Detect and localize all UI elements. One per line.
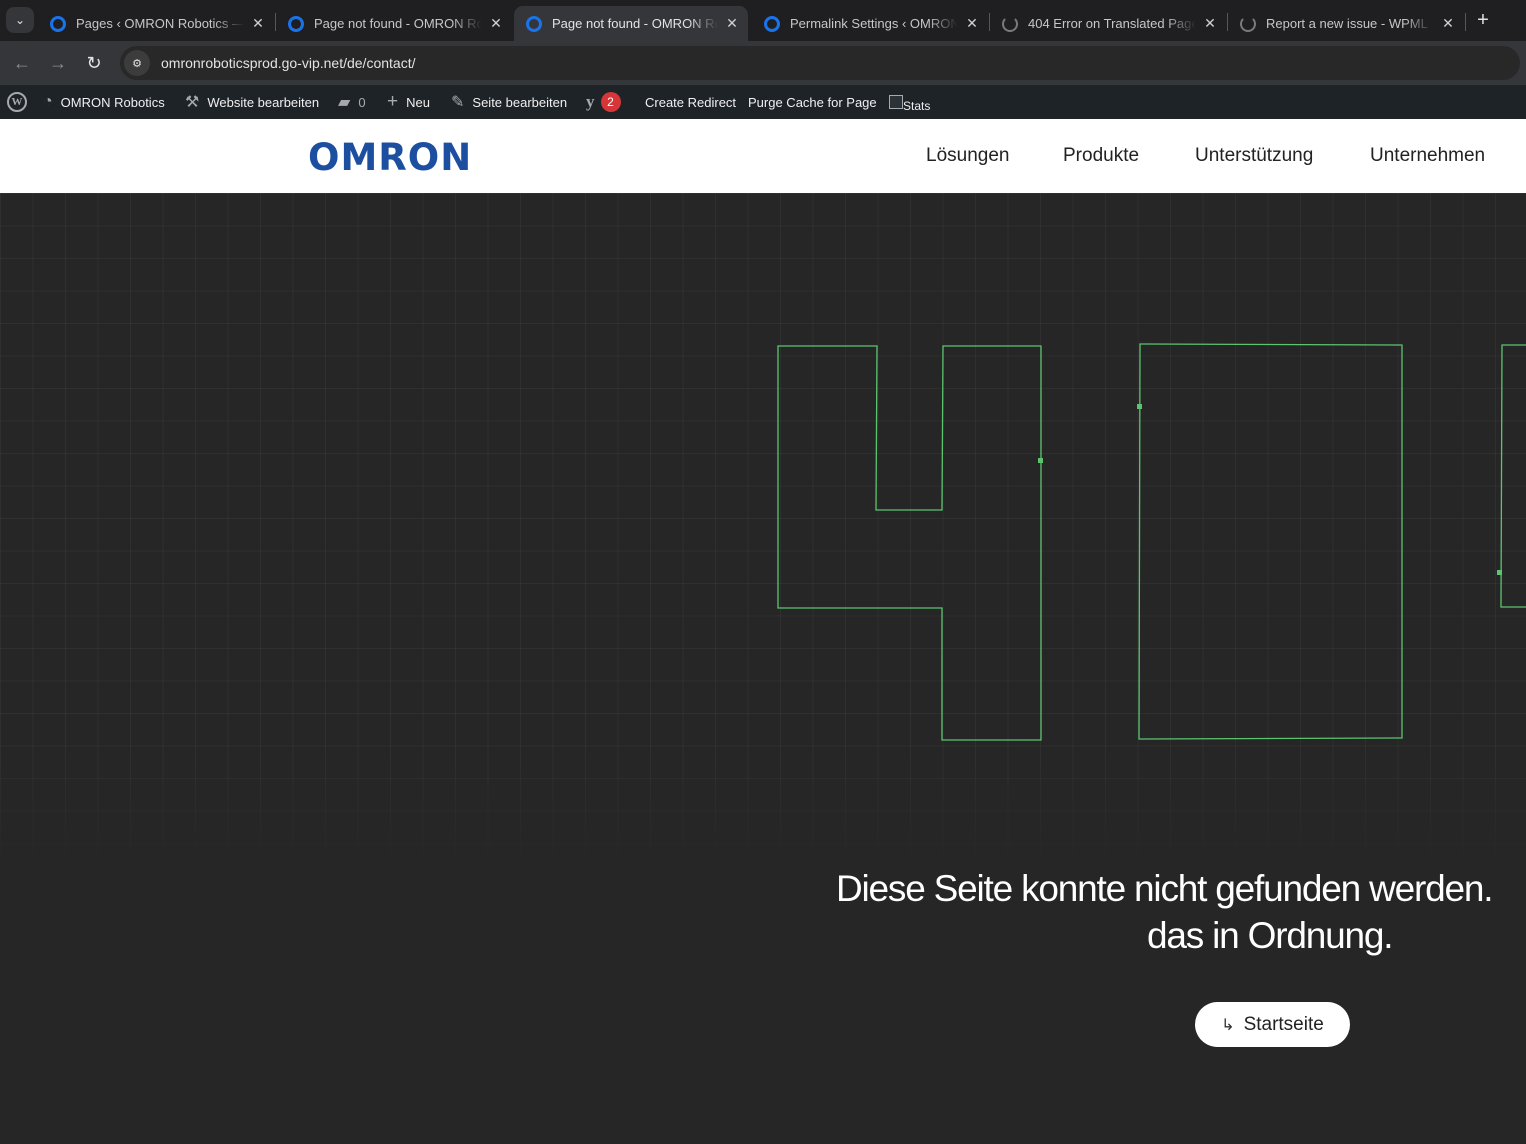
vertex-handle	[1038, 458, 1043, 463]
plus-icon: +	[1477, 8, 1489, 31]
new-tab-button[interactable]: +	[1471, 8, 1495, 32]
nav-label: Lösungen	[926, 145, 1010, 166]
tab-separator	[1465, 13, 1466, 31]
edit-page-menu[interactable]: ✎ Seite bearbeiten	[451, 85, 567, 119]
reload-icon: ↻	[86, 52, 102, 73]
browser-tab-strip: ⌄ Pages ‹ OMRON Robotics — WordPress ✕ P…	[0, 0, 1526, 41]
omron-favicon-icon	[526, 15, 542, 32]
edit-page-label: Seite bearbeiten	[472, 94, 568, 110]
nav-item-produkte[interactable]: Produkte	[1063, 119, 1139, 193]
browser-tab-pages[interactable]: Pages ‹ OMRON Robotics — WordPress ✕	[38, 6, 274, 41]
browser-tab-active[interactable]: Page not found - OMRON Robotics ✕	[514, 6, 748, 41]
stats-link[interactable]: Stats	[889, 85, 930, 119]
url-text[interactable]: omronroboticsprod.go-vip.net/de/contact/	[161, 55, 415, 71]
digit-4-partial-outline	[1500, 344, 1526, 608]
browser-tab-permalink-settings[interactable]: Permalink Settings ‹ OMRON Robotics ✕	[752, 6, 988, 41]
return-arrow-icon: ↳	[1221, 1016, 1235, 1034]
site-name-label: OMRON Robotics	[60, 94, 165, 110]
error-message-line-1: Diese Seite konnte nicht gefunden werden…	[836, 868, 1494, 909]
browser-tab-page-not-found[interactable]: Page not found - OMRON Robotics ✕	[276, 6, 512, 41]
nav-label: Unternehmen	[1370, 145, 1486, 166]
reload-button[interactable]: ↻	[81, 50, 107, 76]
browser-toolbar: ← → ↻ ⚙ omronroboticsprod.go-vip.net/de/…	[0, 41, 1526, 85]
vertex-handle	[1137, 404, 1142, 409]
dashboard-icon: ◔	[43, 93, 53, 110]
close-icon[interactable]: ✕	[964, 15, 980, 32]
hammer-icon: ⚒	[185, 94, 200, 111]
nav-label: Produkte	[1063, 145, 1140, 166]
close-icon[interactable]: ✕	[724, 15, 740, 32]
close-icon[interactable]: ✕	[1202, 15, 1218, 32]
tab-title: 404 Error on Translated Pages - WPML	[1028, 16, 1196, 31]
nav-label: Unterstützung	[1195, 145, 1314, 166]
nav-item-unternehmen[interactable]: Unternehmen	[1370, 119, 1485, 193]
outlined-404-digits	[777, 343, 1526, 741]
create-redirect-link[interactable]: Create Redirect	[645, 85, 736, 119]
tab-title: Permalink Settings ‹ OMRON Robotics	[790, 16, 958, 31]
nav-item-loesungen[interactable]: Lösungen	[926, 119, 1009, 193]
edit-site-menu[interactable]: ⚒ Website bearbeiten	[185, 85, 319, 119]
tune-icon: ⚙	[132, 57, 142, 70]
address-bar[interactable]: ⚙ omronroboticsprod.go-vip.net/de/contac…	[120, 46, 1520, 80]
tab-title: Report a new issue - WPML	[1266, 16, 1428, 31]
wp-admin-bar: W ◔ OMRON Robotics ⚒ Website bearbeiten …	[0, 85, 1526, 119]
new-label: Neu	[406, 94, 430, 110]
tab-title: Page not found - OMRON Robotics	[314, 16, 482, 31]
edit-site-label: Website bearbeiten	[207, 94, 320, 110]
create-redirect-label: Create Redirect	[645, 94, 737, 110]
chevron-down-icon: ⌄	[14, 13, 26, 27]
notification-badge: 2	[600, 92, 621, 112]
wp-logo-menu[interactable]: W	[7, 85, 27, 119]
comment-icon: ▰	[338, 94, 351, 111]
omron-favicon-icon	[288, 15, 304, 32]
arrow-right-icon: →	[49, 52, 67, 73]
site-name-menu[interactable]: ◔ OMRON Robotics	[43, 85, 165, 119]
omron-favicon-icon	[50, 15, 66, 32]
error-message: Diese Seite konnte nicht gefunden werden…	[836, 865, 1526, 959]
nav-item-unterstuetzung[interactable]: Unterstützung	[1195, 119, 1313, 193]
tab-search-button[interactable]: ⌄	[6, 7, 34, 33]
vertex-handle	[1497, 570, 1502, 575]
browser-tab-wpml-report[interactable]: Report a new issue - WPML ✕	[1228, 6, 1464, 41]
broken-image-icon: Stats	[889, 91, 930, 113]
forward-button[interactable]: →	[45, 50, 71, 76]
home-button-label: Startseite	[1243, 1013, 1324, 1035]
vertex-handles	[1038, 404, 1502, 575]
arrow-left-icon: ←	[13, 52, 31, 73]
purge-cache-label: Purge Cache for Page	[748, 94, 877, 110]
tab-title: Page not found - OMRON Robotics	[552, 16, 718, 31]
digit-0-outline	[1138, 343, 1403, 740]
plus-icon: +	[387, 91, 399, 112]
loading-spinner-icon	[1240, 15, 1256, 32]
comments-menu[interactable]: ▰ 0	[338, 85, 366, 119]
error-message-line-2: das in Ordnung.	[1147, 915, 1393, 956]
omron-favicon-icon	[764, 15, 780, 32]
tab-title: Pages ‹ OMRON Robotics — WordPress	[76, 16, 244, 31]
close-icon[interactable]: ✕	[250, 15, 266, 32]
close-icon[interactable]: ✕	[488, 15, 504, 32]
loading-spinner-icon	[1002, 15, 1018, 32]
comments-count: 0	[358, 94, 366, 110]
wordpress-icon: W	[7, 92, 27, 112]
browser-tab-wpml-404[interactable]: 404 Error on Translated Pages - WPML ✕	[990, 6, 1226, 41]
home-button[interactable]: ↳ Startseite	[1195, 1002, 1350, 1047]
purge-cache-link[interactable]: Purge Cache for Page	[748, 85, 877, 119]
digit-outlines	[777, 343, 1526, 741]
site-header: OMRON Lösungen Produkte Unterstützung Un…	[0, 119, 1526, 193]
yoast-icon: y	[586, 92, 595, 111]
error-404-hero: Diese Seite konnte nicht gefunden werden…	[0, 193, 1526, 1144]
back-button[interactable]: ←	[9, 50, 35, 76]
site-info-button[interactable]: ⚙	[124, 50, 150, 76]
new-content-menu[interactable]: + Neu	[387, 85, 430, 119]
omron-logo[interactable]: OMRON	[308, 136, 472, 179]
digit-4-outline	[777, 345, 1042, 741]
close-icon[interactable]: ✕	[1440, 15, 1456, 32]
pencil-icon: ✎	[451, 94, 465, 111]
yoast-seo-menu[interactable]: y 2	[586, 85, 621, 119]
